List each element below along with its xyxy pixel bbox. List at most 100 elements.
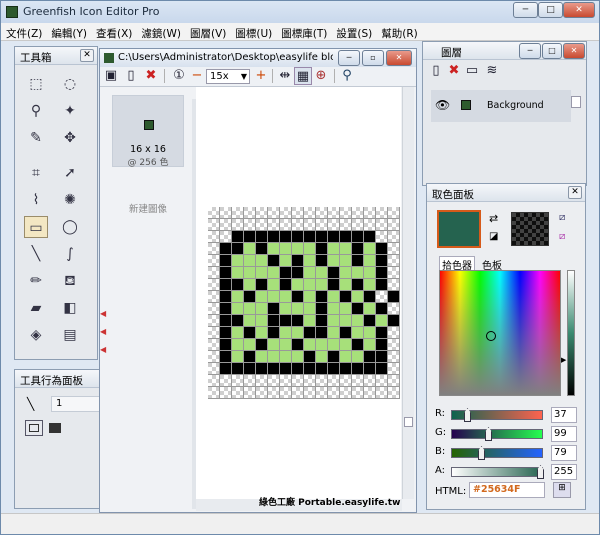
pixel-cell[interactable] [220,279,232,291]
pixel-cell[interactable] [364,351,376,363]
a-value-input[interactable]: 255 [551,464,577,480]
pixel-cell[interactable] [208,255,220,267]
pixel-cell[interactable] [376,207,388,219]
pixel-cell[interactable] [280,279,292,291]
pixel-cell[interactable] [256,255,268,267]
pixel-cell[interactable] [208,243,220,255]
pixel-cell[interactable] [208,327,220,339]
pixel-cell[interactable] [364,327,376,339]
pixel-cell[interactable] [208,219,220,231]
pixel-cell[interactable] [316,327,328,339]
pixel-cell[interactable] [220,255,232,267]
pixel-cell[interactable] [352,219,364,231]
pixel-cell[interactable] [256,219,268,231]
layer-row[interactable]: 👁 Background [431,90,571,122]
pixel-cell[interactable] [316,351,328,363]
fill-mode-button[interactable] [49,423,61,433]
pixel-cell[interactable] [208,339,220,351]
vscroll-thumb[interactable] [404,417,413,427]
pixel-cell[interactable] [328,303,340,315]
pixel-cell[interactable] [328,291,340,303]
pixel-cell[interactable] [352,303,364,315]
pixel-cell[interactable] [232,291,244,303]
pixel-cell[interactable] [280,243,292,255]
tab-palette[interactable]: 色板 [477,257,507,272]
pixel-cell[interactable] [376,351,388,363]
pixel-cell[interactable] [352,243,364,255]
pixel-cell[interactable] [364,375,376,387]
pixel-cell[interactable] [244,231,256,243]
brush-select-icon[interactable]: ✎ [24,127,48,149]
pixel-cell[interactable] [376,243,388,255]
pixel-cell[interactable] [244,291,256,303]
pixel-cell[interactable] [304,315,316,327]
pixel-cell[interactable] [364,303,376,315]
pixel-cell[interactable] [280,255,292,267]
pixel-cell[interactable] [208,231,220,243]
zoom-out-icon[interactable]: − [188,67,206,85]
menu-item-2[interactable]: 查看(X) [91,23,136,41]
pixel-cell[interactable] [364,207,376,219]
pixel-cell[interactable] [316,339,328,351]
clone-icon[interactable]: ◧ [58,297,82,319]
pixel-cell[interactable] [340,387,352,399]
layer-props-icon[interactable]: ▭ [463,62,481,80]
menu-item-7[interactable]: 設置(S) [331,23,376,41]
pixel-cell[interactable] [268,207,280,219]
layer-new-icon[interactable]: ▯ [427,62,445,80]
pixel-cell[interactable] [208,267,220,279]
pixel-cell[interactable] [220,315,232,327]
pixel-cell[interactable] [256,303,268,315]
pixel-cell[interactable] [244,207,256,219]
layer-merge-icon[interactable]: ≋ [483,62,501,80]
pixel-cell[interactable] [376,267,388,279]
pixel-cell[interactable] [220,351,232,363]
pixel-cell[interactable] [304,279,316,291]
zoom-select[interactable]: 15x ▼ [206,69,250,84]
pixel-cell[interactable] [208,351,220,363]
pixel-cell[interactable] [376,387,388,399]
grid-icon[interactable]: ▦ [294,67,312,85]
pixel-cell[interactable] [208,207,220,219]
pixel-cell[interactable] [244,267,256,279]
toolbox-close-icon[interactable]: ✕ [80,49,94,62]
pixel-cell[interactable] [232,387,244,399]
pixel-cell[interactable] [364,267,376,279]
pixel-cell[interactable] [364,231,376,243]
pixel-cell[interactable] [268,363,280,375]
pixel-cell[interactable] [256,243,268,255]
pixel-cell[interactable] [364,363,376,375]
ellipse-select-icon[interactable]: ◌ [58,73,82,95]
pixel-cell[interactable] [376,303,388,315]
pixel-cell[interactable] [220,363,232,375]
minimize-button[interactable]: ─ [513,2,538,18]
pixel-cell[interactable] [388,255,400,267]
pixel-cell[interactable] [244,255,256,267]
pixel-cell[interactable] [352,375,364,387]
pixel-cell[interactable] [304,231,316,243]
pixel-cell[interactable] [388,231,400,243]
pixel-cell[interactable] [244,363,256,375]
pixel-cell[interactable] [220,387,232,399]
color-cursor[interactable] [486,331,496,341]
pixel-cell[interactable] [376,327,388,339]
default-colors-icon[interactable]: ◪ [489,231,498,242]
a-slider[interactable] [451,465,544,479]
pixel-cell[interactable] [268,231,280,243]
pixel-cell[interactable] [388,267,400,279]
pixel-cell[interactable] [232,375,244,387]
pixel-cell[interactable] [352,387,364,399]
pixel-cell[interactable] [268,243,280,255]
a-slider-thumb[interactable] [537,465,544,479]
pixel-cell[interactable] [316,375,328,387]
pixel-cell[interactable] [280,291,292,303]
pixel-cell[interactable] [208,387,220,399]
line-icon[interactable]: ╲ [24,243,48,265]
pixel-cell[interactable] [244,387,256,399]
menu-item-8[interactable]: 幫助(R) [376,23,422,41]
pixel-cell[interactable] [220,327,232,339]
pixel-cell[interactable] [328,219,340,231]
pixel-cell[interactable] [340,351,352,363]
paint-bucket-icon[interactable]: ⛾ [58,270,82,292]
pixel-cell[interactable] [292,303,304,315]
